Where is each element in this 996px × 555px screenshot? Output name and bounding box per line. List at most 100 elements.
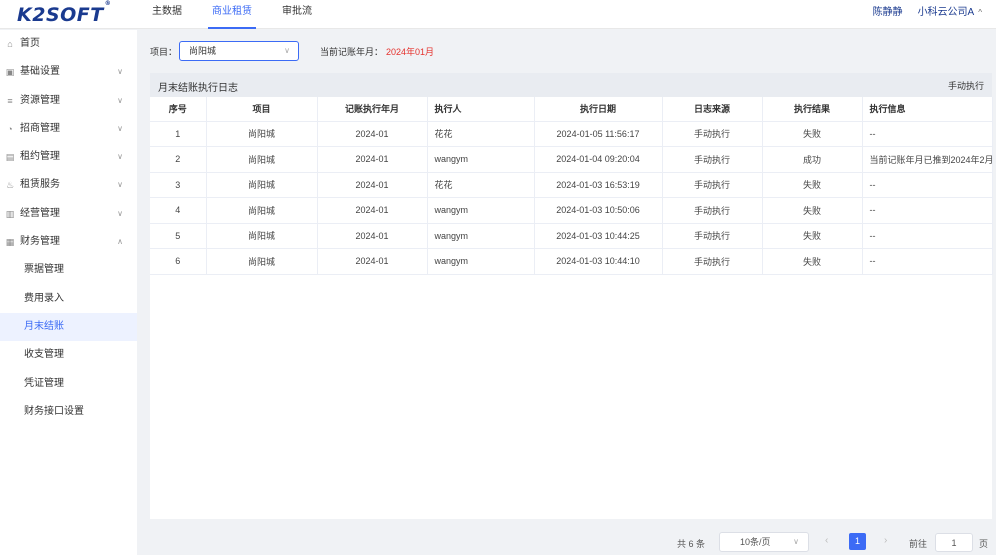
cell-index: 6	[150, 248, 207, 275]
sidebar-item-label: 租约管理	[20, 151, 60, 163]
sidebar-item-lease-service[interactable]: ♨ 租赁服务 ∨	[0, 171, 137, 199]
sidebar-item-label: 财务管理	[20, 236, 60, 248]
operation-icon: ▥	[5, 208, 15, 219]
sidebar-item-label: 招商管理	[20, 122, 60, 134]
table-row[interactable]: 4 尚阳城 2024-01 wangym 2024-01-03 10:50:06…	[150, 197, 993, 224]
nav-main-data[interactable]: 主数据	[152, 0, 182, 29]
cell-date: 2024-01-03 10:44:10	[534, 248, 663, 275]
cell-executor: 花花	[427, 121, 535, 147]
cell-project: 尚阳城	[206, 248, 318, 275]
sidebar-item-merchant[interactable]: ◔ 招商管理 ∨	[0, 115, 137, 143]
sidebar-item-basic-settings[interactable]: ▣ 基础设置 ∨	[0, 58, 137, 86]
logo-text: K2SOFT	[17, 4, 104, 26]
nav-approval-flow[interactable]: 审批流	[282, 0, 312, 29]
cell-result: 失败	[762, 172, 863, 198]
sidebar-item-income-expense[interactable]: 收支管理	[0, 341, 137, 369]
cell-info: --	[862, 197, 993, 224]
manual-run-button[interactable]: 手动执行	[948, 79, 984, 92]
sidebar-item-expense-entry[interactable]: 费用录入	[0, 285, 137, 313]
user-name[interactable]: 陈静静	[873, 0, 903, 29]
sidebar-item-label: 经营管理	[20, 207, 60, 219]
chevron-down-icon: ∨	[117, 123, 123, 133]
sidebar-item-finance-interface[interactable]: 财务接口设置	[0, 398, 137, 426]
project-select[interactable]: 尚阳城 ∨	[179, 41, 299, 61]
cell-index: 2	[150, 146, 207, 173]
pagination-total: 共 6 条	[677, 539, 706, 549]
cell-result: 失败	[762, 197, 863, 224]
cell-source: 手动执行	[662, 223, 763, 249]
cell-executor: wangym	[427, 146, 535, 173]
project-select-value: 尚阳城	[189, 46, 217, 56]
table-row[interactable]: 3 尚阳城 2024-01 花花 2024-01-03 16:53:19 手动执…	[150, 172, 993, 198]
sidebar-item-operation[interactable]: ▥ 经营管理 ∨	[0, 200, 137, 228]
cell-index: 4	[150, 197, 207, 224]
cell-date: 2024-01-05 11:56:17	[534, 121, 663, 147]
cell-period: 2024-01	[317, 121, 428, 147]
cell-source: 手动执行	[662, 146, 763, 173]
chevron-down-icon: ∨	[284, 46, 290, 55]
cell-result: 失败	[762, 121, 863, 147]
cell-project: 尚阳城	[206, 121, 318, 147]
chevron-down-icon: ∨	[117, 152, 123, 162]
column-header: 执行结果	[762, 97, 863, 122]
cell-source: 手动执行	[662, 172, 763, 198]
panel-title: 月末结账执行日志	[158, 83, 238, 94]
cell-executor: wangym	[427, 223, 535, 249]
sidebar-item-vouchers[interactable]: 凭证管理	[0, 370, 137, 398]
log-panel: 月末结账执行日志 手动执行 序号 项目 记账执行年月 执行人 执行日期 日志来源…	[150, 73, 993, 519]
column-header: 执行人	[427, 97, 535, 122]
sidebar-item-resource[interactable]: ≡ 资源管理 ∨	[0, 87, 137, 115]
cell-index: 5	[150, 223, 207, 249]
nav-commercial-lease[interactable]: 商业租赁	[208, 0, 256, 29]
page-size-select[interactable]: 10条/页 ∨	[719, 532, 809, 552]
cell-project: 尚阳城	[206, 223, 318, 249]
sidebar-item-bills[interactable]: 票据管理	[0, 256, 137, 284]
panel-header: 月末结账执行日志 手动执行	[150, 73, 992, 97]
service-icon: ♨	[5, 180, 15, 191]
cell-date: 2024-01-03 10:44:25	[534, 223, 663, 249]
chevron-down-icon: ∨	[793, 537, 799, 546]
main-content: 项目： 尚阳城 ∨ 当前记账年月： 2024年01月 月末结账执行日志 手动执行…	[137, 30, 996, 555]
logo[interactable]: K2SOFT®	[17, 0, 111, 26]
cell-date: 2024-01-03 10:50:06	[534, 197, 663, 224]
prev-page-button[interactable]: ‹	[825, 535, 828, 546]
chevron-up-icon[interactable]: ^	[978, 0, 982, 29]
sidebar-item-label: 基础设置	[20, 66, 60, 78]
sidebar-item-month-end-close[interactable]: 月末结账	[0, 312, 137, 342]
cell-info: --	[862, 121, 993, 147]
cell-period: 2024-01	[317, 248, 428, 275]
cell-info: --	[862, 172, 993, 198]
table-row[interactable]: 2 尚阳城 2024-01 wangym 2024-01-04 09:20:04…	[150, 146, 993, 173]
table-row[interactable]: 6 尚阳城 2024-01 wangym 2024-01-03 10:44:10…	[150, 248, 993, 275]
cell-result: 成功	[762, 146, 863, 173]
table-row[interactable]: 1 尚阳城 2024-01 花花 2024-01-05 11:56:17 手动执…	[150, 121, 993, 147]
cell-executor: 花花	[427, 172, 535, 198]
goto-page-input[interactable]	[935, 533, 973, 552]
page-number-button[interactable]: 1	[849, 533, 866, 550]
chevron-down-icon: ∨	[117, 95, 123, 105]
chevron-down-icon: ∨	[117, 208, 123, 218]
goto-label: 前往	[909, 539, 928, 549]
top-nav: 主数据 商业租赁 审批流	[152, 0, 342, 29]
project-label: 项目：	[150, 47, 178, 57]
next-page-button[interactable]: ›	[884, 535, 887, 546]
cell-project: 尚阳城	[206, 197, 318, 224]
table-header-row: 序号 项目 记账执行年月 执行人 执行日期 日志来源 执行结果 执行信息	[150, 97, 993, 122]
sidebar-item-label: 租赁服务	[20, 179, 60, 191]
resource-icon: ≡	[7, 95, 13, 106]
chevron-up-icon: ∧	[117, 237, 123, 247]
chevron-down-icon: ∨	[117, 180, 123, 190]
user-area: 陈静静 小科云公司A ^	[873, 0, 982, 29]
cell-period: 2024-01	[317, 197, 428, 224]
cell-period: 2024-01	[317, 223, 428, 249]
top-bar: K2SOFT® 主数据 商业租赁 审批流 陈静静 小科云公司A ^	[0, 0, 996, 29]
cell-date: 2024-01-03 16:53:19	[534, 172, 663, 198]
company-switcher[interactable]: 小科云公司A	[918, 0, 975, 29]
sidebar: ⌂ 首页 ▣ 基础设置 ∨ ≡ 资源管理 ∨ ◔ 招商管理 ∨ ▤ 租约管理 ∨…	[0, 30, 137, 555]
table-row[interactable]: 5 尚阳城 2024-01 wangym 2024-01-03 10:44:25…	[150, 223, 993, 249]
home-icon: ⌂	[7, 39, 13, 49]
cell-executor: wangym	[427, 248, 535, 275]
sidebar-item-finance[interactable]: ▦ 财务管理 ∧	[0, 228, 137, 256]
sidebar-item-home[interactable]: ⌂ 首页	[0, 30, 137, 58]
sidebar-item-lease[interactable]: ▤ 租约管理 ∨	[0, 143, 137, 171]
